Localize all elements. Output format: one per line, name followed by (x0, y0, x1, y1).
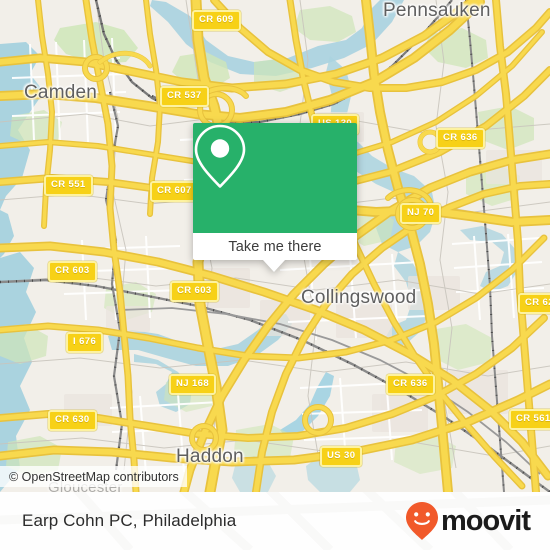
road-shield-us-30: US 30 (320, 446, 363, 467)
poi-title: Earp Cohn PC, Philadelphia (22, 511, 237, 530)
moovit-pin-smiley-icon (405, 502, 438, 540)
road-shield-cr-561: CR 561 (509, 409, 550, 430)
moovit-map-screen: Camden Pennsauken Collingswood Haddon Gl… (0, 0, 550, 550)
road-shield-cr-607: CR 607 (150, 181, 199, 202)
road-shield-cr-537: CR 537 (160, 86, 209, 107)
take-me-there-callout[interactable]: Take me there (193, 123, 357, 272)
road-shield-cr-609: CR 609 (192, 10, 241, 31)
road-shield-cr-636-south: CR 636 (386, 374, 435, 395)
road-shield-cr-551: CR 551 (44, 175, 93, 196)
road-shield-cr-603-west: CR 603 (48, 261, 97, 282)
footer-bar: Earp Cohn PC, Philadelphia moovit (0, 492, 550, 550)
road-shield-nj-70: NJ 70 (400, 203, 442, 224)
moovit-wordmark: moovit (440, 504, 531, 537)
map-attribution[interactable]: © OpenStreetMap contributors (0, 466, 187, 487)
callout-action-bar[interactable]: Take me there (193, 233, 357, 260)
attribution-text: © OpenStreetMap contributors (9, 469, 179, 484)
callout-pin-panel (193, 123, 357, 233)
road-shield-cr-603-east: CR 603 (170, 281, 219, 302)
road-shield-i-676: I 676 (66, 332, 104, 353)
map-pin-icon (194, 124, 246, 188)
map-canvas[interactable]: Camden Pennsauken Collingswood Haddon Gl… (0, 0, 550, 492)
road-shield-cr-636-north: CR 636 (436, 128, 485, 149)
road-shield-cr-630: CR 630 (48, 410, 97, 431)
callout-tail (263, 260, 285, 272)
moovit-brand[interactable]: moovit (405, 501, 531, 541)
road-shield-cr-62: CR 62 (518, 293, 550, 314)
road-shield-nj-168: NJ 168 (169, 374, 217, 395)
take-me-there-label: Take me there (228, 238, 322, 255)
